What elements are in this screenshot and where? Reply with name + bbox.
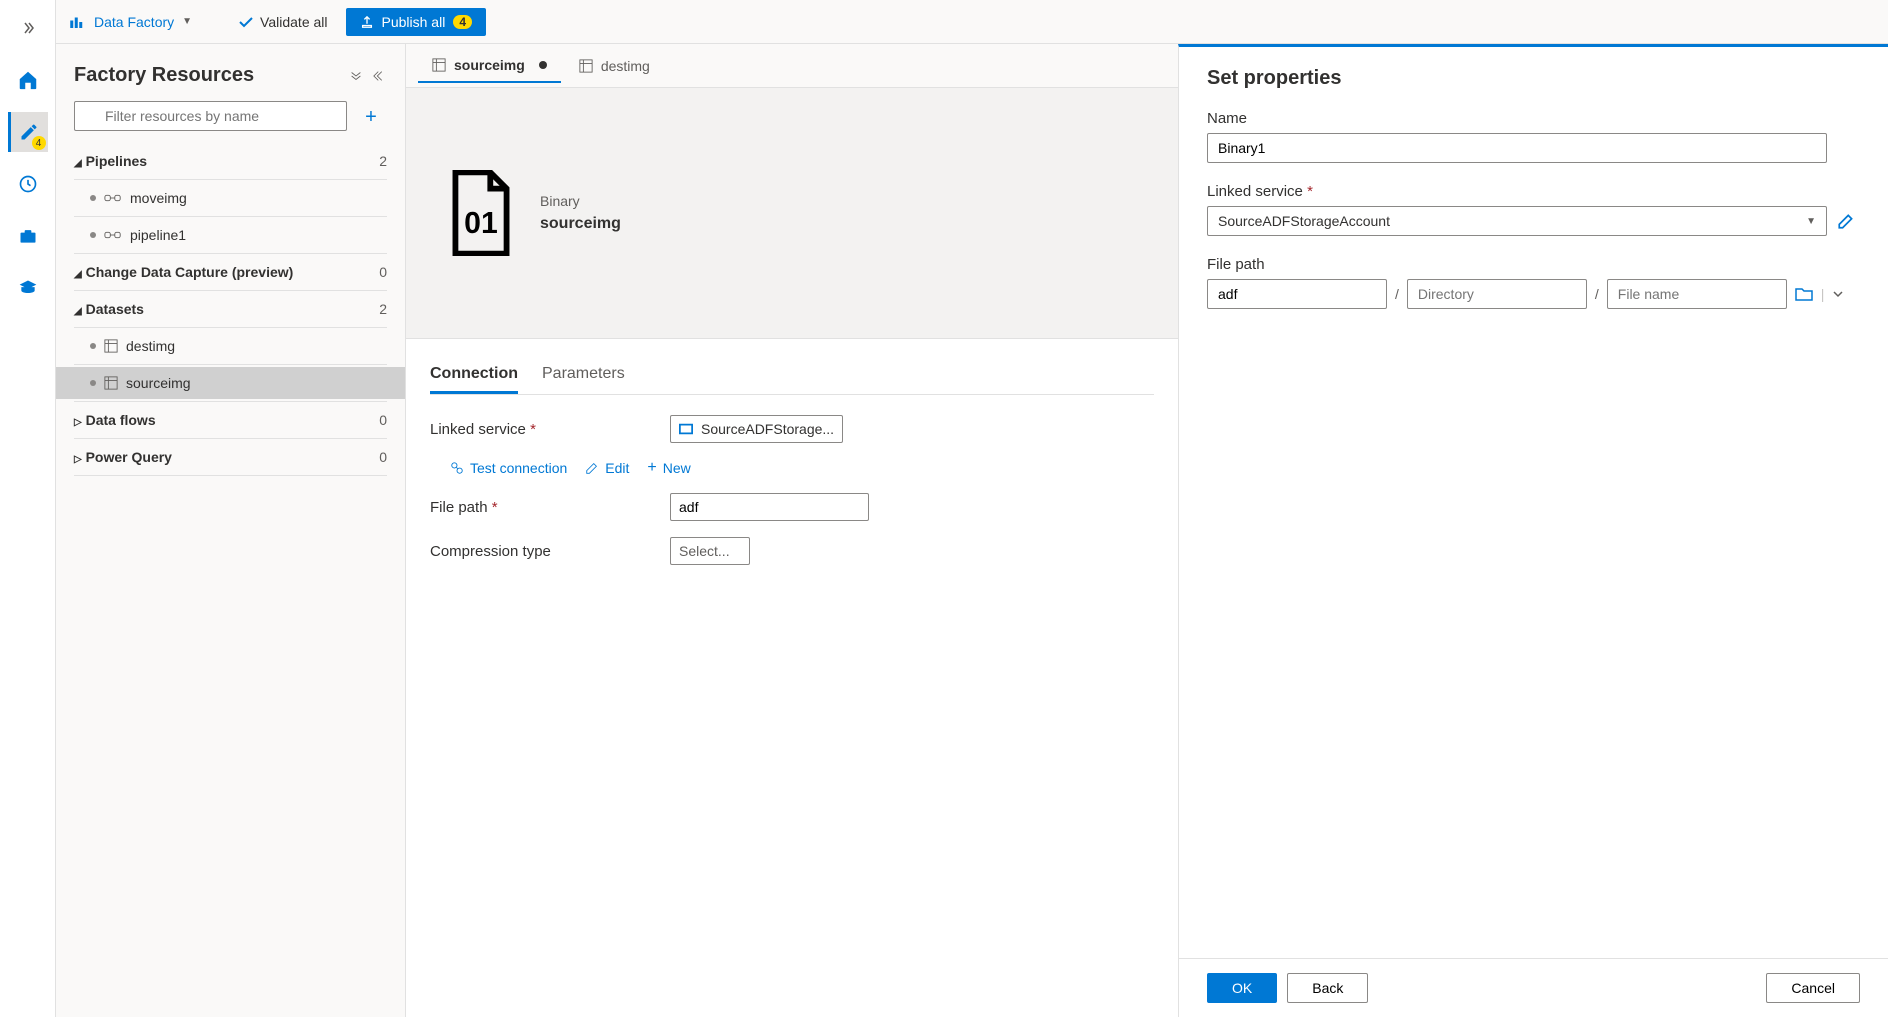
publish-all-button[interactable]: Publish all 4 — [346, 8, 487, 36]
validate-all-button[interactable]: Validate all — [228, 10, 337, 34]
pipelines-section[interactable]: ◢ Pipelines 2 — [56, 145, 405, 177]
new-button[interactable]: + New — [647, 459, 690, 477]
expand-rail-button[interactable] — [8, 8, 48, 48]
test-connection-button[interactable]: Test connection — [450, 459, 567, 477]
edit-button[interactable]: Edit — [585, 459, 629, 477]
name-input[interactable] — [1207, 133, 1827, 163]
container-input[interactable] — [1207, 279, 1387, 309]
browse-folder-icon[interactable] — [1795, 286, 1813, 302]
tree-collapse-icon[interactable] — [373, 69, 387, 83]
tree-title: Factory Resources — [74, 64, 254, 87]
tab-destimg[interactable]: destimg — [565, 50, 664, 82]
svg-text:01: 01 — [464, 207, 498, 240]
datasets-section[interactable]: ◢ Datasets 2 — [56, 293, 405, 325]
back-button[interactable]: Back — [1287, 973, 1368, 1003]
powerquery-section[interactable]: ▷ Power Query 0 — [56, 441, 405, 473]
edit-linked-service-icon[interactable] — [1837, 212, 1855, 230]
filepath-more-icon[interactable] — [1832, 288, 1844, 300]
dataset-type: Binary — [540, 193, 621, 209]
home-icon[interactable] — [8, 60, 48, 100]
filter-input[interactable] — [74, 101, 347, 131]
filename-input[interactable] — [1607, 279, 1787, 309]
manage-icon[interactable] — [8, 216, 48, 256]
filepath-label: File path — [1207, 256, 1860, 273]
add-resource-button[interactable]: + — [355, 101, 387, 133]
learn-icon[interactable] — [8, 268, 48, 308]
dataset-name: sourceimg — [540, 215, 621, 233]
dataset-item-destimg[interactable]: destimg — [56, 330, 405, 362]
data-factory-dropdown[interactable]: Data Factory ▼ — [68, 13, 192, 31]
author-icon[interactable]: 4 — [8, 112, 48, 152]
cancel-button[interactable]: Cancel — [1766, 973, 1860, 1003]
canvas: sourceimg destimg 01 — [406, 44, 1178, 1017]
pipeline-item-moveimg[interactable]: moveimg — [56, 182, 405, 214]
ok-button[interactable]: OK — [1207, 973, 1277, 1003]
binary-file-icon: 01 — [446, 170, 516, 256]
validate-label: Validate all — [260, 14, 327, 30]
publish-label: Publish all — [382, 14, 446, 30]
modified-dot-icon — [539, 61, 547, 69]
pipeline-item-pipeline1[interactable]: pipeline1 — [56, 219, 405, 251]
parameters-tab[interactable]: Parameters — [542, 357, 625, 394]
connection-tab[interactable]: Connection — [430, 357, 518, 394]
chevron-down-icon: ▼ — [182, 16, 192, 27]
panel-title: Set properties — [1207, 67, 1860, 90]
name-label: Name — [1207, 110, 1860, 127]
left-rail: 4 — [0, 0, 56, 1017]
monitor-icon[interactable] — [8, 164, 48, 204]
resource-tree: Factory Resources — [56, 44, 406, 1017]
set-properties-panel: Set properties Name Linked service * Sou… — [1178, 44, 1888, 1017]
directory-input[interactable] — [1407, 279, 1587, 309]
compression-select[interactable]: Select... — [670, 537, 750, 565]
linked-service-select[interactable]: SourceADFStorage... — [670, 415, 843, 443]
author-badge: 4 — [32, 136, 46, 150]
df-label-text: Data Factory — [94, 14, 174, 30]
topbar: Data Factory ▼ Validate all Publish all … — [56, 0, 1888, 44]
editor-tabs: sourceimg destimg — [406, 44, 1178, 88]
chevron-down-icon: ▼ — [1806, 216, 1816, 227]
publish-badge: 4 — [453, 15, 472, 29]
file-path-input[interactable] — [670, 493, 869, 521]
tab-sourceimg[interactable]: sourceimg — [418, 49, 561, 83]
dataflows-section[interactable]: ▷ Data flows 0 — [56, 404, 405, 436]
linked-service-dropdown[interactable]: SourceADFStorageAccount ▼ — [1207, 206, 1827, 236]
dataset-item-sourceimg[interactable]: sourceimg — [56, 367, 405, 399]
tree-expand-icon[interactable] — [349, 69, 363, 83]
cdc-section[interactable]: ◢ Change Data Capture (preview) 0 — [56, 256, 405, 288]
